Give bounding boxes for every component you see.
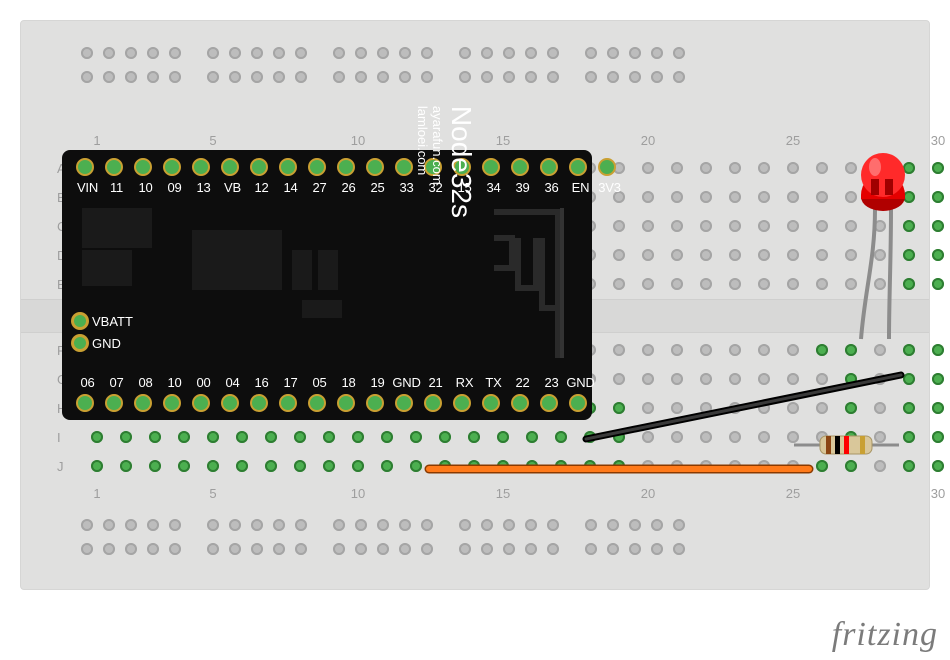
resistor[interactable] — [794, 434, 899, 456]
fritzing-watermark: fritzing — [832, 616, 938, 654]
red-led[interactable] — [857, 139, 911, 359]
breadboard: 151015202530 ABCDE FGHIJ 151015202530 VI… — [20, 20, 930, 590]
wiring-layer — [21, 21, 929, 589]
